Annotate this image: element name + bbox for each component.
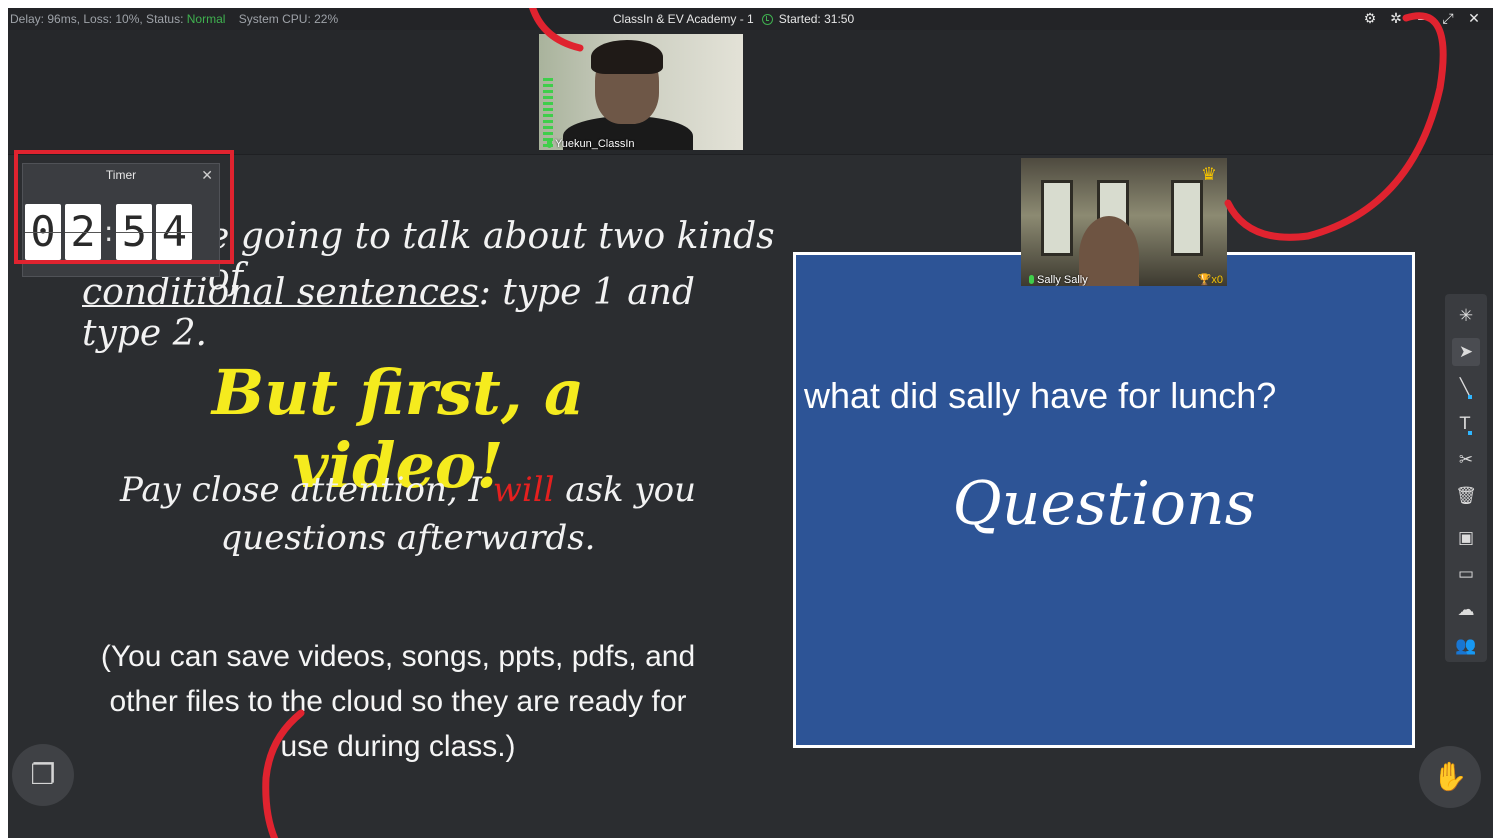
- annotation-strokes: [262, 8, 1447, 838]
- classroom-window: Delay: 96ms, Loss: 10%, Status: Normal S…: [8, 8, 1493, 838]
